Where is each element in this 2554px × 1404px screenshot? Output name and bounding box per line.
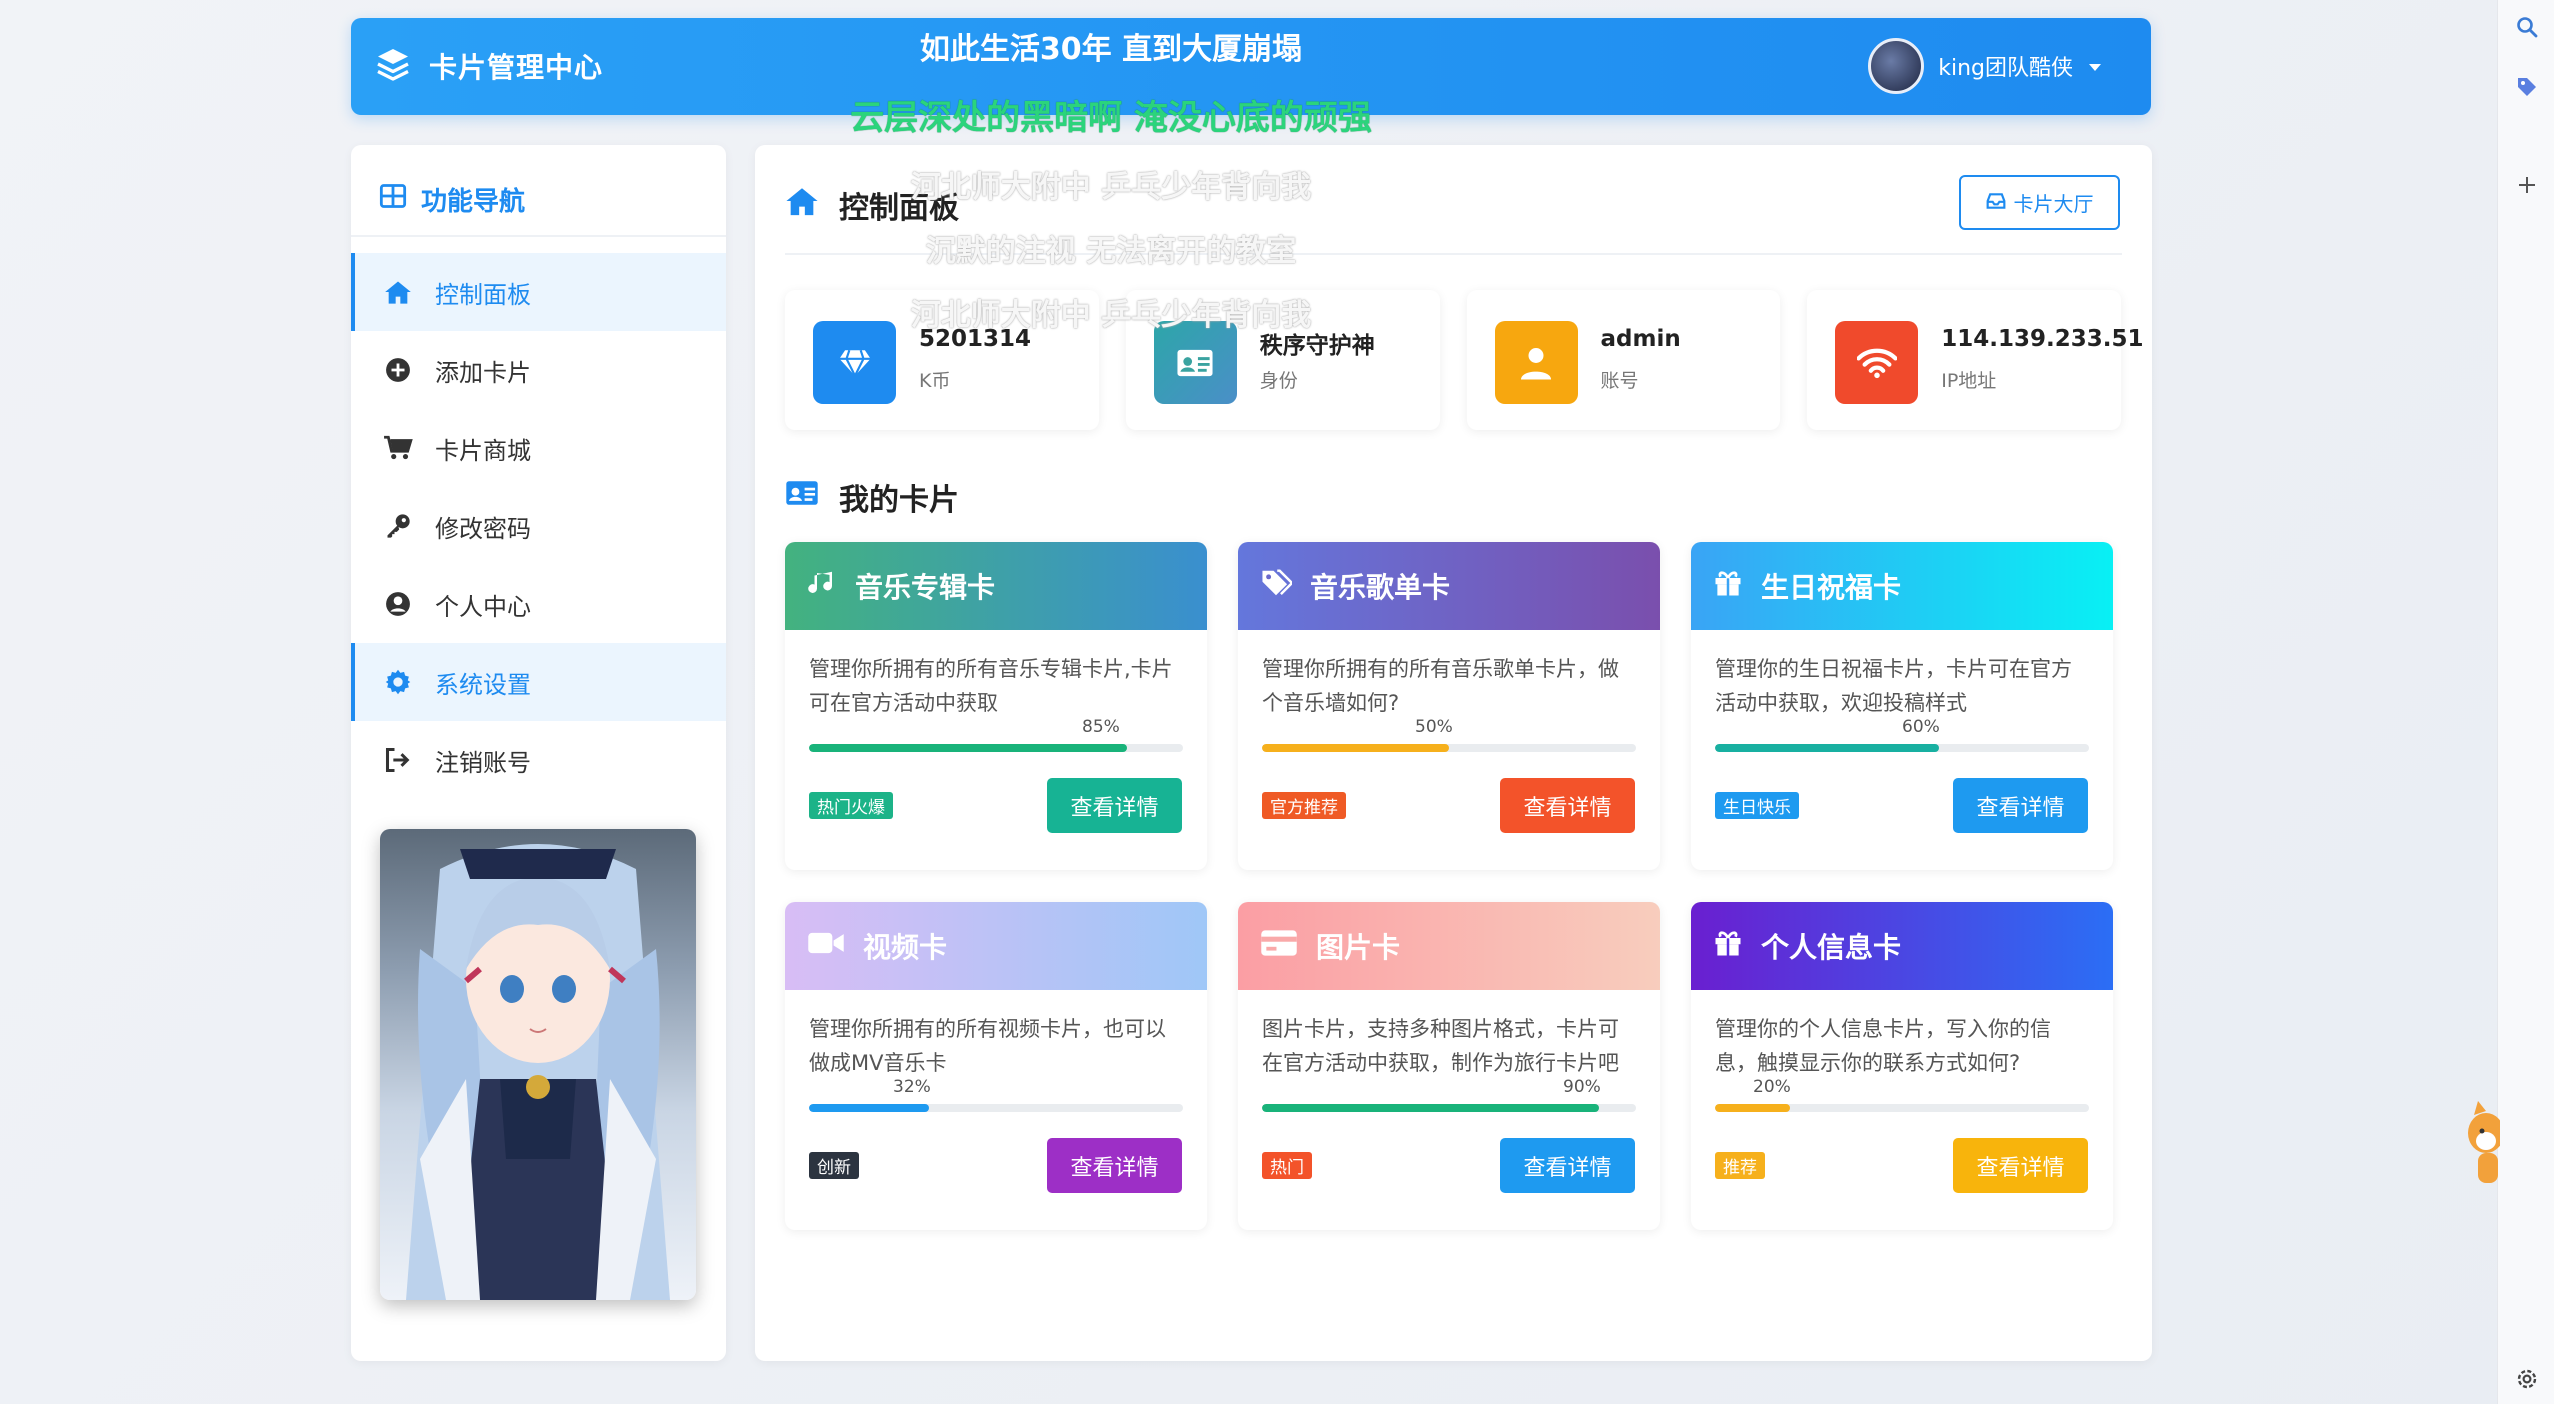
credit-card-icon	[1260, 929, 1298, 964]
search-icon[interactable]	[2514, 14, 2540, 40]
card-title: 图片卡	[1316, 931, 1401, 964]
card-description: 图片卡片，支持多种图片格式，卡片可在官方活动中获取，制作为旅行卡片吧	[1262, 1017, 1619, 1075]
view-details-button[interactable]: 查看详情	[1953, 1138, 2088, 1193]
card-tag: 创新	[809, 1152, 859, 1179]
progress-bar	[1262, 744, 1636, 752]
card-birthday: 生日祝福卡 管理你的生日祝福卡片，卡片可在官方活动中获取，欢迎投稿样式 60% …	[1691, 542, 2113, 870]
card-grid: 音乐专辑卡 管理你所拥有的所有音乐专辑卡片,卡片可在官方活动中获取 85% 热门…	[785, 542, 2121, 1230]
progress-label: 20%	[1753, 1077, 1791, 1097]
progress-bar	[1715, 744, 2089, 752]
browser-sidebar	[2497, 0, 2554, 1404]
tags-icon	[1260, 568, 1294, 605]
tag-icon[interactable]	[2514, 74, 2540, 100]
stat-label: K币	[919, 370, 951, 392]
gear-icon	[383, 667, 413, 697]
card-header: 生日祝福卡	[1691, 542, 2113, 630]
view-details-button[interactable]: 查看详情	[1047, 778, 1182, 833]
progress-label: 32%	[893, 1077, 931, 1097]
card-header: 个人信息卡	[1691, 902, 2113, 990]
video-icon	[807, 930, 845, 963]
music-icon	[807, 568, 837, 605]
sidebar-item-label: 系统设置	[435, 670, 531, 699]
sidebar-item-shop[interactable]: 卡片商城	[351, 409, 726, 487]
lyric-line: 如此生活30年 直到大厦崩塌	[919, 32, 1303, 67]
progress-label: 50%	[1415, 717, 1453, 737]
sidebar-item-add-card[interactable]: 添加卡片	[351, 331, 726, 409]
card-header: 视频卡	[785, 902, 1207, 990]
progress-label: 60%	[1902, 717, 1940, 737]
sidebar-item-label: 添加卡片	[435, 358, 531, 387]
sidebar-item-settings[interactable]: 系统设置	[351, 643, 726, 721]
gift-icon	[1713, 568, 1743, 605]
progress-bar	[1715, 1104, 2089, 1112]
card-header: 图片卡	[1238, 902, 1660, 990]
sidebar-item-label: 卡片商城	[435, 436, 531, 465]
view-details-button[interactable]: 查看详情	[1500, 778, 1635, 833]
card-video: 视频卡 管理你所拥有的所有视频卡片，也可以做成MV音乐卡 32% 创新 查看详情	[785, 902, 1207, 1230]
stat-label: IP地址	[1941, 370, 1997, 392]
progress-fill	[1715, 1104, 1790, 1112]
card-title: 生日祝福卡	[1761, 571, 1902, 604]
card-music-playlist: 音乐歌单卡 管理你所拥有的所有音乐歌单卡片，做个音乐墙如何? 50% 官方推荐 …	[1238, 542, 1660, 870]
section-title-text: 我的卡片	[839, 483, 959, 518]
view-details-button[interactable]: 查看详情	[1047, 1138, 1182, 1193]
lyric-line: 云层深处的黑暗啊 淹没心底的顽强	[850, 98, 1372, 138]
section-title: 我的卡片	[785, 475, 959, 519]
card-title: 视频卡	[863, 931, 948, 964]
card-title: 音乐歌单卡	[1310, 571, 1451, 604]
cart-icon	[383, 433, 413, 463]
sidebar-nav: 控制面板 添加卡片 卡片商城 修改密码 个人中心 系统设置 注销账号	[351, 253, 726, 799]
desktop-pet-fox[interactable]	[2456, 1093, 2504, 1193]
view-details-button[interactable]: 查看详情	[1500, 1138, 1635, 1193]
card-title: 个人信息卡	[1761, 931, 1902, 964]
lyric-line: 沉默的注视 无法离开的教室	[925, 234, 1297, 269]
progress-fill	[809, 744, 1127, 752]
progress-bar	[809, 744, 1183, 752]
logout-icon	[383, 745, 413, 775]
lyric-line: 河北师大附中 乒乓少年背向我	[910, 170, 1312, 205]
view-details-button[interactable]: 查看详情	[1953, 778, 2088, 833]
stat-label: 账号	[1600, 370, 1639, 392]
user-circle-icon	[383, 589, 413, 619]
card-image: 图片卡 图片卡片，支持多种图片格式，卡片可在官方活动中获取，制作为旅行卡片吧 9…	[1238, 902, 1660, 1230]
progress-bar	[1262, 1104, 1636, 1112]
gear-icon[interactable]	[2514, 1366, 2540, 1392]
card-description: 管理你所拥有的所有音乐专辑卡片,卡片可在官方活动中获取	[809, 657, 1173, 715]
gift-icon	[1713, 928, 1743, 965]
progress-label: 90%	[1563, 1077, 1601, 1097]
card-tag: 推荐	[1715, 1152, 1765, 1179]
key-icon	[383, 511, 413, 541]
card-header: 音乐专辑卡	[785, 542, 1207, 630]
sidebar-item-label: 注销账号	[435, 748, 531, 777]
card-description: 管理你的个人信息卡片，写入你的信息，触摸显示你的联系方式如何?	[1715, 1017, 2051, 1075]
progress-fill	[1715, 744, 1940, 752]
sidebar-item-profile[interactable]: 个人中心	[351, 565, 726, 643]
plus-circle-icon	[383, 355, 413, 385]
card-music-album: 音乐专辑卡 管理你所拥有的所有音乐专辑卡片,卡片可在官方活动中获取 85% 热门…	[785, 542, 1207, 870]
sidebar-item-change-password[interactable]: 修改密码	[351, 487, 726, 565]
progress-fill	[1262, 744, 1449, 752]
add-icon[interactable]	[2514, 172, 2540, 198]
sidebar-item-logout[interactable]: 注销账号	[351, 721, 726, 799]
progress-label: 85%	[1082, 717, 1120, 737]
card-tag: 生日快乐	[1715, 792, 1799, 819]
card-personal-info: 个人信息卡 管理你的个人信息卡片，写入你的信息，触摸显示你的联系方式如何? 20…	[1691, 902, 2113, 1230]
card-description: 管理你所拥有的所有视频卡片，也可以做成MV音乐卡	[809, 1017, 1166, 1075]
card-tag: 热门火爆	[809, 792, 893, 819]
card-description: 管理你的生日祝福卡片，卡片可在官方活动中获取，欢迎投稿样式	[1715, 657, 2072, 715]
id-badge-icon	[785, 479, 819, 515]
progress-fill	[1262, 1104, 1599, 1112]
card-description: 管理你所拥有的所有音乐歌单卡片，做个音乐墙如何?	[1262, 657, 1619, 715]
stat-label: 身份	[1259, 370, 1298, 392]
sidebar-item-label: 修改密码	[435, 514, 531, 543]
card-title: 音乐专辑卡	[855, 571, 996, 604]
sidebar-item-label: 个人中心	[435, 592, 531, 621]
anime-girl-illustration	[380, 829, 696, 1300]
card-tag: 热门	[1262, 1152, 1312, 1179]
card-header: 音乐歌单卡	[1238, 542, 1660, 630]
card-tag: 官方推荐	[1262, 792, 1346, 819]
lyric-line: 河北师大附中 乒乓少年背向我	[910, 298, 1312, 333]
progress-bar	[809, 1104, 1183, 1112]
progress-fill	[809, 1104, 929, 1112]
